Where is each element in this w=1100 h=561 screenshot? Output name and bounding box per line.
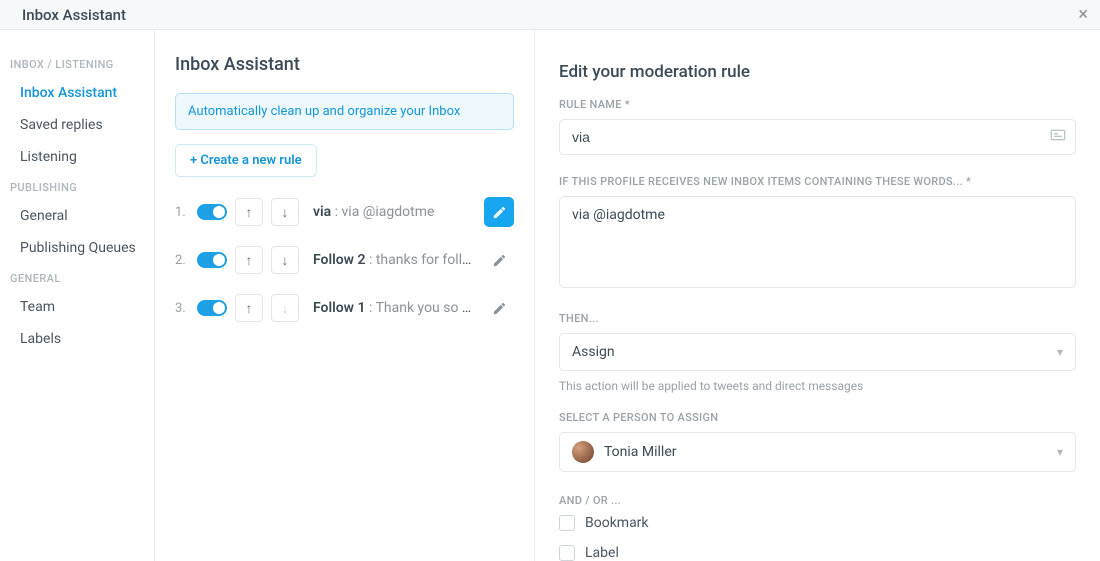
sidebar-item-team[interactable]: Team bbox=[0, 291, 154, 323]
rule-number: 1. bbox=[175, 205, 189, 220]
rule-number: 2. bbox=[175, 253, 189, 268]
sidebar-item-publishing-queues[interactable]: Publishing Queues bbox=[0, 232, 154, 264]
create-rule-button[interactable]: + Create a new rule bbox=[175, 144, 317, 177]
then-action-select[interactable]: Assign ▾ bbox=[559, 333, 1076, 371]
andor-label: AND / OR ... bbox=[559, 494, 1076, 507]
sidebar-item-inbox-assistant[interactable]: Inbox Assistant bbox=[0, 77, 154, 109]
assign-label: SELECT A PERSON TO ASSIGN bbox=[559, 411, 1076, 424]
rule-list-panel: Inbox Assistant Automatically clean up a… bbox=[155, 30, 535, 561]
move-up-button[interactable]: ↑ bbox=[235, 294, 263, 322]
window-title: Inbox Assistant bbox=[22, 6, 126, 24]
checkbox-icon bbox=[559, 515, 575, 531]
checkbox-icon bbox=[559, 545, 575, 561]
sidebar: INBOX / LISTENING Inbox Assistant Saved … bbox=[0, 30, 155, 561]
pencil-icon bbox=[492, 301, 507, 316]
words-label: IF THIS PROFILE RECEIVES NEW INBOX ITEMS… bbox=[559, 175, 1076, 188]
rule-label: via : via @iagdotme bbox=[313, 204, 476, 220]
edit-rule-button[interactable] bbox=[484, 245, 514, 275]
avatar bbox=[572, 441, 594, 463]
edit-rule-button[interactable] bbox=[484, 197, 514, 227]
pencil-icon bbox=[492, 253, 507, 268]
rule-toggle[interactable] bbox=[197, 300, 227, 316]
move-down-button[interactable]: ↓ bbox=[271, 198, 299, 226]
rule-toggle[interactable] bbox=[197, 252, 227, 268]
rule-detail-panel: Edit your moderation rule RULE NAME * IF… bbox=[535, 30, 1100, 561]
close-icon[interactable]: × bbox=[1078, 4, 1088, 25]
rule-label: Follow 2 : thanks for followi... bbox=[313, 252, 476, 268]
sidebar-section-inbox: INBOX / LISTENING bbox=[0, 50, 154, 77]
move-down-button[interactable]: ↓ bbox=[271, 246, 299, 274]
edit-rule-button[interactable] bbox=[484, 293, 514, 323]
then-hint: This action will be applied to tweets an… bbox=[559, 379, 1076, 393]
chevron-down-icon: ▾ bbox=[1057, 445, 1063, 459]
rule-name-label: RULE NAME * bbox=[559, 98, 1076, 111]
rule-label: Follow 1 : Thank you so muc... bbox=[313, 300, 476, 316]
assign-person-select[interactable]: Tonia Miller ▾ bbox=[559, 432, 1076, 472]
top-bar: Inbox Assistant × bbox=[0, 0, 1100, 30]
card-icon bbox=[1050, 128, 1066, 146]
sidebar-item-labels[interactable]: Labels bbox=[0, 323, 154, 355]
rule-number: 3. bbox=[175, 301, 189, 316]
sidebar-item-listening[interactable]: Listening bbox=[0, 141, 154, 173]
rule-row: 3. ↑ ↓ Follow 1 : Thank you so muc... bbox=[175, 293, 514, 323]
sidebar-section-publishing: PUBLISHING bbox=[0, 173, 154, 200]
sidebar-item-saved-replies[interactable]: Saved replies bbox=[0, 109, 154, 141]
rule-row: 1. ↑ ↓ via : via @iagdotme bbox=[175, 197, 514, 227]
sidebar-section-general: GENERAL bbox=[0, 264, 154, 291]
label-label: Label bbox=[585, 545, 619, 561]
chevron-down-icon: ▾ bbox=[1057, 345, 1063, 359]
then-label: THEN... bbox=[559, 312, 1076, 325]
assign-person-name: Tonia Miller bbox=[604, 444, 1057, 460]
move-down-button: ↓ bbox=[271, 294, 299, 322]
info-banner: Automatically clean up and organize your… bbox=[175, 93, 514, 130]
bookmark-checkbox-row[interactable]: Bookmark bbox=[559, 515, 1076, 531]
pencil-icon bbox=[492, 205, 507, 220]
then-action-value: Assign bbox=[572, 344, 615, 360]
rule-name-input[interactable] bbox=[559, 119, 1076, 155]
label-checkbox-row[interactable]: Label bbox=[559, 545, 1076, 561]
move-up-button[interactable]: ↑ bbox=[235, 246, 263, 274]
move-up-button[interactable]: ↑ bbox=[235, 198, 263, 226]
rule-toggle[interactable] bbox=[197, 204, 227, 220]
rule-row: 2. ↑ ↓ Follow 2 : thanks for followi... bbox=[175, 245, 514, 275]
bookmark-label: Bookmark bbox=[585, 515, 649, 531]
page-title: Inbox Assistant bbox=[175, 54, 514, 75]
sidebar-item-general[interactable]: General bbox=[0, 200, 154, 232]
words-textarea[interactable] bbox=[559, 196, 1076, 288]
detail-heading: Edit your moderation rule bbox=[559, 62, 1076, 82]
